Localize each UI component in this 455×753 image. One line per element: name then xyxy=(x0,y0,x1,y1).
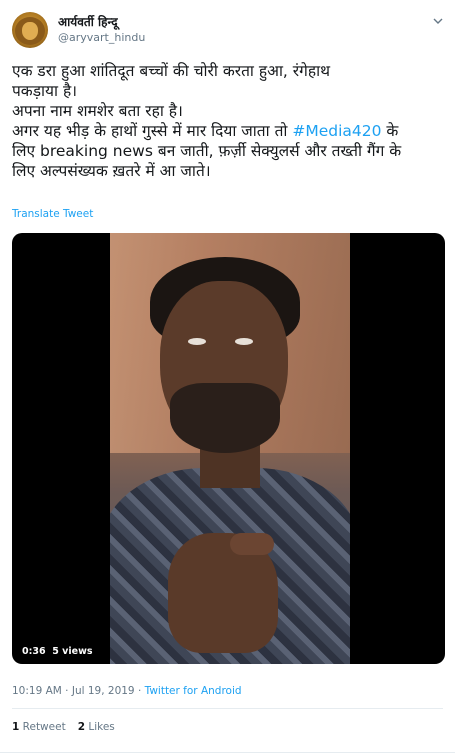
tweet-meta: 10:19 AM · Jul 19, 2019 · Twitter for An… xyxy=(12,685,242,697)
video-finger xyxy=(230,533,274,555)
retweets-count[interactable]: 1 xyxy=(12,721,19,733)
video-player[interactable]: 0:36 5 views xyxy=(12,233,445,664)
tweet-line: अपना नाम शमशेर बता रहा है। xyxy=(12,102,183,120)
avatar[interactable] xyxy=(12,12,48,48)
tweet-line: पकड़ाया है। xyxy=(12,82,78,100)
retweets-label[interactable]: Retweet xyxy=(23,721,66,733)
video-eye-right xyxy=(235,338,253,345)
tweet-stats: 1 Retweet 2 Likes xyxy=(12,721,115,733)
video-duration-badge: 0:36 5 views xyxy=(18,644,97,659)
tweet-line: लिए breaking news बन जाती, फ़र्ज़ी सेक्य… xyxy=(12,142,402,160)
video-beard xyxy=(170,383,280,453)
video-views: 5 views xyxy=(52,646,93,657)
tweet-card: आर्यवर्ती हिन्दू @aryvart_hindu एक डरा ह… xyxy=(0,0,455,753)
tweet-line-suffix: के xyxy=(381,122,399,140)
video-frame xyxy=(110,233,350,664)
tweet-text: एक डरा हुआ शांतिदूत बच्चों की चोरी करता … xyxy=(12,61,442,181)
likes-label[interactable]: Likes xyxy=(88,721,114,733)
translate-tweet-link[interactable]: Translate Tweet xyxy=(12,208,93,220)
tweet-source-link[interactable]: Twitter for Android xyxy=(145,685,242,697)
divider xyxy=(12,708,443,709)
video-duration: 0:36 xyxy=(22,646,46,657)
tweet-line: एक डरा हुआ शांतिदूत बच्चों की चोरी करता … xyxy=(12,62,330,80)
tweet-line: लिए अल्पसंख्यक ख़तरे में आ जाते। xyxy=(12,162,211,180)
hashtag-link[interactable]: #Media420 xyxy=(292,122,381,140)
tweet-timestamp[interactable]: 10:19 AM · Jul 19, 2019 · xyxy=(12,685,145,697)
avatar-lion-face xyxy=(22,22,38,40)
likes-count[interactable]: 2 xyxy=(78,721,85,733)
author-display-name[interactable]: आर्यवर्ती हिन्दू xyxy=(58,13,118,30)
tweet-line-with-hashtag: अगर यह भीड़ के हाथों गुस्से में मार दिया… xyxy=(12,121,442,141)
chevron-down-icon[interactable] xyxy=(431,14,445,28)
video-eye-left xyxy=(188,338,206,345)
author-handle[interactable]: @aryvart_hindu xyxy=(58,31,145,44)
tweet-line-text: अगर यह भीड़ के हाथों गुस्से में मार दिया… xyxy=(12,122,288,140)
